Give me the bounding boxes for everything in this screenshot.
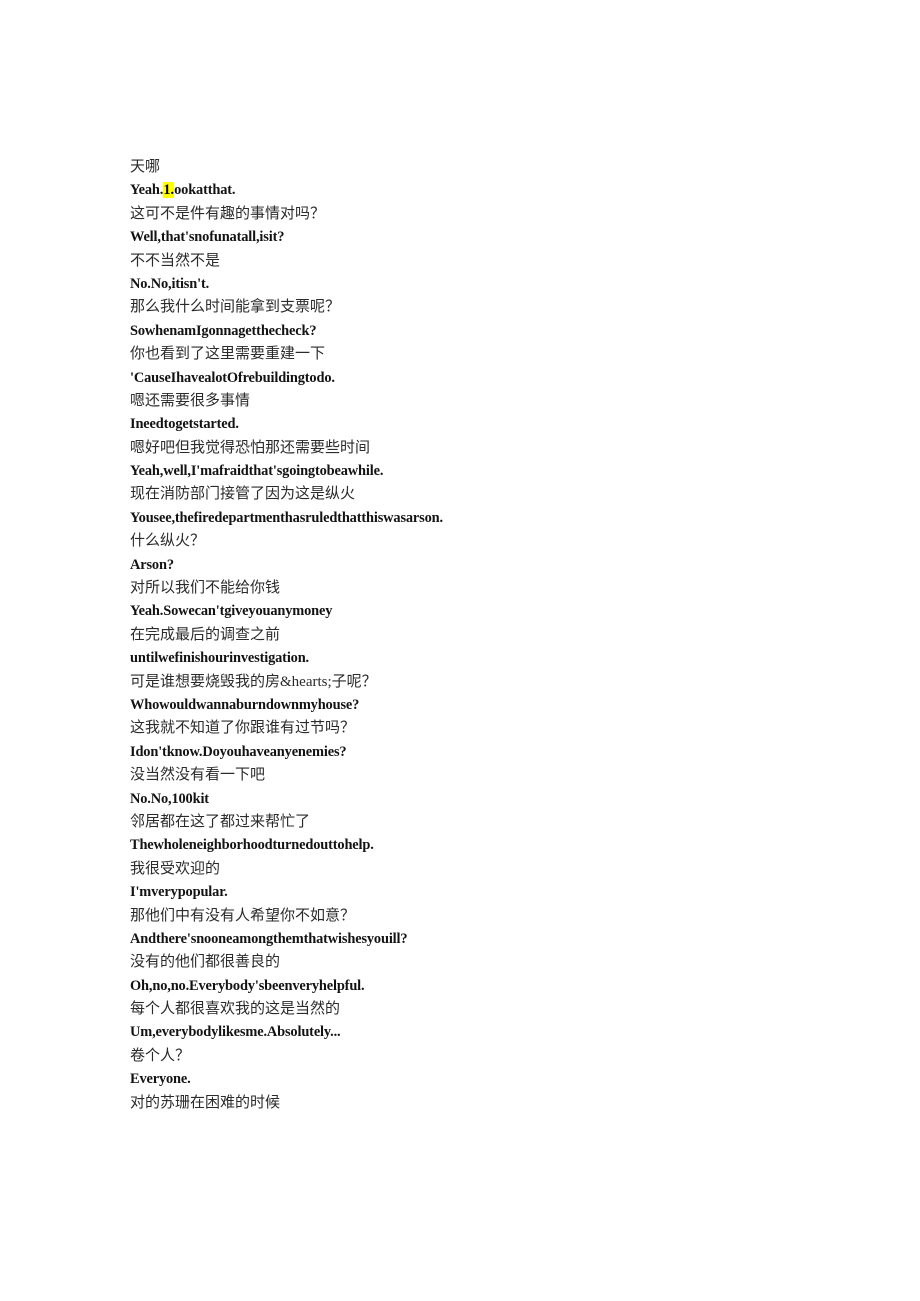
transcript-line-zh: 我很受欢迎的 [130, 860, 221, 877]
transcript-line-en: Yeah,well,I'mafraidthat'sgoingtobeawhile… [130, 463, 384, 480]
transcript-line-zh: 对所以我们不能给你钱 [130, 580, 281, 597]
transcript-line-zh: 什么纵火？ [130, 533, 206, 550]
transcript-line-zh: 邻居都在这了都过来帮忙了 [130, 813, 311, 830]
transcript-line-en: Whowouldwannaburndownmyhouse? [130, 696, 360, 713]
transcript-line-zh: 你也看到了这里需要重建一下 [130, 346, 326, 363]
transcript-line-en: Oh,no,no.Everybody'sbeenveryhelpful. [130, 977, 365, 994]
transcript-line-en: Um,everybodylikesme.Absolutely... [130, 1024, 341, 1041]
transcript-line-zh: 没当然没有看一下吧 [130, 767, 266, 784]
transcript-line-en: I'mverypopular. [130, 884, 228, 901]
transcript-line-en: Arson? [130, 556, 174, 573]
transcript-line-en: Everyone. [130, 1071, 191, 1088]
transcript-line-zh: 那他们中有没有人希望你不如意？ [130, 907, 356, 924]
transcript-line-en: Yeah.1.ookatthat. [130, 179, 830, 202]
transcript-line-zh: 每个人都很喜欢我的这是当然的 [130, 1001, 341, 1018]
transcript-line-en: Yeah.Sowecan'tgiveyouanymoney [130, 603, 333, 620]
highlighted-text[interactable]: 1. [163, 182, 175, 199]
line-text-after-highlight: ookatthat. [174, 182, 236, 199]
transcript-line-zh: 嗯还需要很多事情 [130, 392, 251, 409]
transcript-line-en: Andthere'snooneamongthemthatwishesyouill… [130, 930, 408, 947]
transcript-line-en: SowhenamIgonnagetthecheck? [130, 322, 317, 339]
transcript-line-en: Ineedtogetstarted. [130, 416, 239, 433]
transcript-line-zh: 嗯好吧但我觉得恐怕那还需要些时间 [130, 439, 371, 456]
transcript-body: 天哪 Yeah.1.ookatthat. 这可不是件有趣的事情对吗？ Well,tha… [130, 156, 830, 1115]
transcript-line-en: Idon'tknow.Doyouhaveanyenemies? [130, 743, 347, 760]
document-page: 天哪 Yeah.1.ookatthat. 这可不是件有趣的事情对吗？ Well,tha… [0, 0, 920, 1301]
transcript-line-en: Yousee,thefiredepartmenthasruledthatthis… [130, 509, 443, 526]
transcript-line-en: No.No,100kit [130, 790, 209, 807]
transcript-line-zh: 这可不是件有趣的事情对吗？ [130, 205, 326, 222]
transcript-line-zh: 可是谁想要烧毁我的房&hearts;子呢？ [130, 673, 377, 690]
transcript-line-en: Well,that'snofunatall,isit? [130, 229, 285, 246]
transcript-line-zh: 那么我什么时间能拿到支票呢？ [130, 299, 341, 316]
transcript-line-en: untilwefinishourinvestigation. [130, 650, 310, 667]
transcript-line-zh: 现在消防部门接管了因为这是纵火 [130, 486, 356, 503]
transcript-line-zh: 在完成最后的调查之前 [130, 626, 281, 643]
transcript-line-zh: 这我就不知道了你跟谁有过节吗？ [130, 720, 356, 737]
transcript-line-zh: 卷个人？ [130, 1047, 191, 1064]
transcript-line-en: Thewholeneighborhoodturnedouttohelp. [130, 837, 374, 854]
transcript-line-zh: 天哪 [130, 159, 161, 175]
transcript-line-en: 'CauseIhavealotOfrebuildingtodo. [130, 369, 335, 386]
transcript-line-zh: 不不当然不是 [130, 252, 221, 269]
transcript-line-zh: 对的苏珊在困难的时候 [130, 1094, 281, 1111]
transcript-line-zh: 没有的他们都很善良的 [130, 954, 281, 971]
transcript-line-en: No.No,itisn't. [130, 275, 210, 292]
line-text-before-highlight: Yeah. [130, 182, 164, 199]
